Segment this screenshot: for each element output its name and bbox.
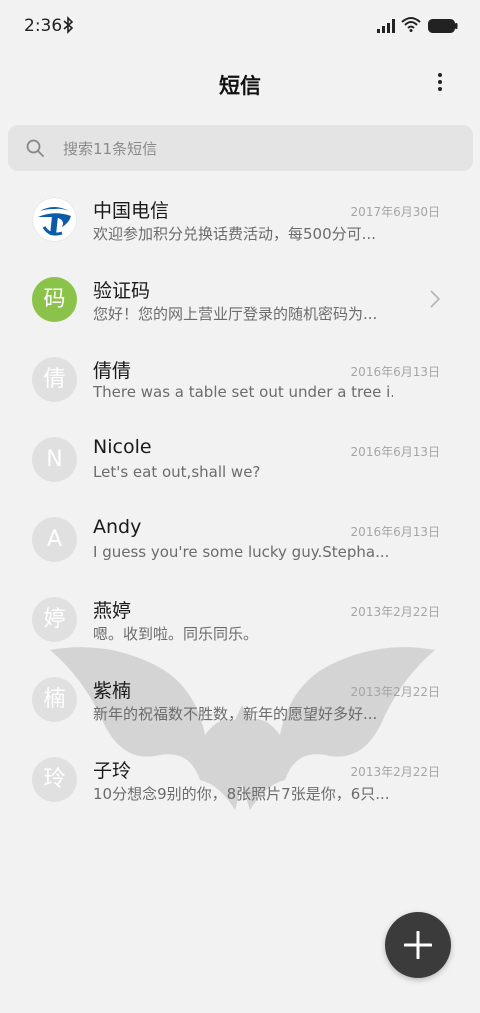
conversation-date: 2013年2月22日 xyxy=(350,685,440,699)
search-placeholder: 搜索11条短信 xyxy=(63,140,158,158)
conversation-name: 紫楠 xyxy=(93,680,132,702)
bluetooth-icon xyxy=(62,16,74,38)
conversation-name: 倩倩 xyxy=(93,360,132,382)
page-title: 短信 xyxy=(219,74,261,98)
conversation-preview: 嗯。收到啦。同乐同乐。 xyxy=(93,625,259,643)
signal-icon xyxy=(377,18,395,37)
conversation-preview: I guess you're some lucky guy.Stepha... xyxy=(93,543,390,561)
conversation-row[interactable]: A Andy 2016年6月13日 I guess you're some lu… xyxy=(0,500,480,580)
status-time: 2:36 xyxy=(24,16,63,36)
new-message-button[interactable] xyxy=(385,912,451,978)
avatar: A xyxy=(32,517,77,562)
battery-icon xyxy=(428,18,458,37)
telecom-logo-avatar xyxy=(32,197,77,242)
avatar: 倩 xyxy=(32,357,77,402)
more-options-button[interactable] xyxy=(428,70,452,98)
conversation-date: 2016年6月13日 xyxy=(350,445,440,459)
conversation-date: 2016年6月13日 xyxy=(350,525,440,539)
conversation-row[interactable]: 楠 紫楠 2013年2月22日 新年的祝福数不胜数，新年的愿望好多好... xyxy=(0,660,480,740)
conversation-preview: 您好！您的网上营业厅登录的随机密码为... xyxy=(93,305,378,323)
status-bar: 2:36 xyxy=(0,0,480,52)
conversation-row[interactable]: 婷 燕婷 2013年2月22日 嗯。收到啦。同乐同乐。 xyxy=(0,580,480,660)
more-dot xyxy=(438,87,442,91)
conversation-preview: Let's eat out,shall we? xyxy=(93,463,261,481)
avatar: 码 xyxy=(32,277,77,322)
conversation-date: 2013年2月22日 xyxy=(350,605,440,619)
search-input[interactable]: 搜索11条短信 xyxy=(8,125,473,171)
conversation-name: Nicole xyxy=(93,436,152,458)
conversation-row[interactable]: 中国电信 2017年6月30日 欢迎参加积分兑换话费活动，每500分可... xyxy=(0,180,480,260)
title-bar: 短信 xyxy=(0,56,480,112)
conversation-row[interactable]: N Nicole 2016年6月13日 Let's eat out,shall … xyxy=(0,420,480,500)
avatar: N xyxy=(32,437,77,482)
more-dot xyxy=(438,80,442,84)
chevron-right-icon xyxy=(430,290,441,312)
wifi-icon xyxy=(401,16,421,36)
conversation-name: 燕婷 xyxy=(93,600,132,622)
conversation-date: 2013年2月22日 xyxy=(350,765,440,779)
plus-icon xyxy=(404,931,432,959)
conversation-preview: 10分想念9别的你，8张照片7张是你，6只... xyxy=(93,785,390,803)
conversation-row[interactable]: 玲 子玲 2013年2月22日 10分想念9别的你，8张照片7张是你，6只... xyxy=(0,740,480,820)
conversation-date: 2016年6月13日 xyxy=(350,365,440,379)
conversation-row[interactable]: 倩 倩倩 2016年6月13日 There was a table set ou… xyxy=(0,340,480,420)
conversation-row[interactable]: 码 验证码 您好！您的网上营业厅登录的随机密码为... xyxy=(0,260,480,340)
conversation-preview: 新年的祝福数不胜数，新年的愿望好多好... xyxy=(93,705,378,723)
conversation-name: 验证码 xyxy=(93,280,151,302)
more-vertical-icon xyxy=(438,73,442,77)
search-icon xyxy=(26,139,44,161)
conversation-name: 子玲 xyxy=(93,760,132,782)
conversation-list: 中国电信 2017年6月30日 欢迎参加积分兑换话费活动，每500分可... 码… xyxy=(0,180,480,820)
avatar: 楠 xyxy=(32,677,77,722)
conversation-name: 中国电信 xyxy=(93,200,170,222)
conversation-preview: There was a table set out under a tree i… xyxy=(93,383,393,401)
conversation-name: Andy xyxy=(93,516,142,538)
conversation-date: 2017年6月30日 xyxy=(350,205,440,219)
avatar: 玲 xyxy=(32,757,77,802)
conversation-preview: 欢迎参加积分兑换话费活动，每500分可... xyxy=(93,225,376,243)
avatar: 婷 xyxy=(32,597,77,642)
